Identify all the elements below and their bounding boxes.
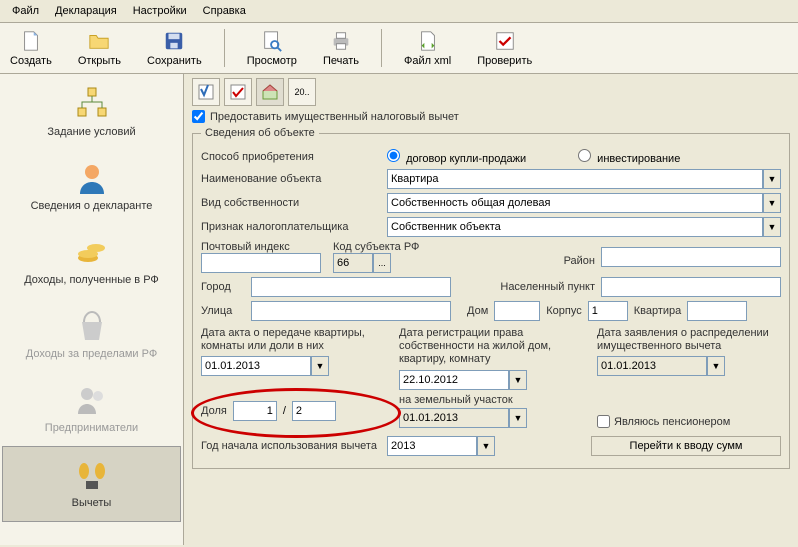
reg-date-input[interactable] [399, 370, 509, 390]
print-icon [329, 29, 353, 53]
date-picker-btn[interactable]: ▼ [509, 370, 527, 390]
act-date-input[interactable] [201, 356, 311, 376]
reg-date-label: Дата регистрации права собственности на … [399, 327, 583, 367]
date-picker-btn[interactable]: ▼ [311, 356, 329, 376]
toolbar: Создать Открыть Сохранить Просмотр Печат… [0, 23, 798, 74]
object-fieldset: Сведения об объекте Способ приобретения … [192, 127, 790, 469]
tab-social-icon[interactable] [224, 78, 252, 106]
city-input[interactable] [251, 277, 451, 297]
share-num-input[interactable] [233, 401, 277, 421]
city-label: Город [201, 281, 245, 293]
tb-open[interactable]: Открыть [74, 27, 125, 69]
acq-method-label: Способ приобретения [201, 151, 381, 163]
tab-property-icon[interactable] [256, 78, 284, 106]
district-input[interactable] [601, 247, 781, 267]
locality-label: Населенный пункт [500, 281, 595, 293]
tb-preview[interactable]: Просмотр [243, 27, 301, 69]
tb-xml[interactable]: Файл xml [400, 27, 455, 69]
subj-code-label: Код субъекта РФ [333, 241, 419, 253]
building-input[interactable] [588, 301, 628, 321]
xml-file-icon [416, 29, 440, 53]
person-icon [74, 160, 110, 196]
tree-icon [74, 86, 110, 122]
tb-print[interactable]: Печать [319, 27, 363, 69]
tb-check[interactable]: Проверить [473, 27, 536, 69]
preview-icon [260, 29, 284, 53]
house-label: Дом [467, 305, 488, 317]
sidebar: Задание условий Сведения о декларанте До… [0, 74, 184, 545]
pension-label: Являюсь пенсионером [614, 416, 730, 428]
deductions-icon [74, 457, 110, 493]
dropdown-btn[interactable]: ▼ [763, 217, 781, 237]
menu-declaration[interactable]: Декларация [49, 3, 123, 19]
share-den-input[interactable] [292, 401, 336, 421]
dropdown-btn[interactable]: ▼ [477, 436, 495, 456]
tb-save[interactable]: Сохранить [143, 27, 206, 69]
menu-file[interactable]: Файл [6, 3, 45, 19]
provide-deduction-label: Предоставить имущественный налоговый выч… [210, 111, 459, 123]
folder-open-icon [87, 29, 111, 53]
locality-input[interactable] [601, 277, 781, 297]
subj-code-input[interactable] [333, 253, 373, 273]
date-picker-btn[interactable]: ▼ [707, 356, 725, 376]
tab-icons: 20.. [192, 78, 790, 106]
subj-code-btn[interactable]: ... [373, 253, 391, 273]
distr-date-label: Дата заявления о распределении имуществе… [597, 327, 781, 353]
coins-icon [74, 234, 110, 270]
dropdown-btn[interactable]: ▼ [763, 169, 781, 189]
date-picker-btn[interactable]: ▼ [509, 408, 527, 428]
sidebar-income-abroad[interactable]: Доходы за пределами РФ [0, 298, 183, 372]
year-input[interactable] [387, 436, 477, 456]
slash-label: / [283, 405, 286, 417]
sidebar-deductions[interactable]: Вычеты [2, 446, 181, 522]
act-date-label: Дата акта о передаче квартиры, комнаты и… [201, 327, 385, 353]
save-icon [162, 29, 186, 53]
tab-standard-icon[interactable] [192, 78, 220, 106]
street-input[interactable] [251, 301, 451, 321]
taxpayer-label: Признак налогоплательщика [201, 221, 381, 233]
obj-name-label: Наименование объекта [201, 173, 381, 185]
own-type-select[interactable] [387, 193, 763, 213]
new-file-icon [19, 29, 43, 53]
people-icon [74, 382, 110, 418]
menu-settings[interactable]: Настройки [127, 3, 193, 19]
tb-create[interactable]: Создать [6, 27, 56, 69]
taxpayer-select[interactable] [387, 217, 763, 237]
house-input[interactable] [494, 301, 540, 321]
acq-contract-radio[interactable]: договор купли-продажи [387, 149, 526, 165]
bag-icon [74, 308, 110, 344]
menubar: Файл Декларация Настройки Справка [0, 0, 798, 23]
sidebar-declarant[interactable]: Сведения о декларанте [0, 150, 183, 224]
goto-sums-button[interactable]: Перейти к вводу сумм [591, 436, 781, 456]
district-label: Район [564, 255, 595, 267]
pension-checkbox[interactable] [597, 415, 610, 428]
content-pane: 20.. Предоставить имущественный налоговы… [184, 74, 798, 545]
apt-input[interactable] [687, 301, 747, 321]
land-label: на земельный участок [399, 394, 583, 406]
share-label: Доля [201, 405, 227, 417]
year-label: Год начала использования вычета [201, 440, 381, 452]
land-date-input[interactable] [399, 408, 509, 428]
sidebar-income-rf[interactable]: Доходы, полученные в РФ [0, 224, 183, 298]
own-type-label: Вид собственности [201, 197, 381, 209]
check-icon [493, 29, 517, 53]
sidebar-conditions[interactable]: Задание условий [0, 76, 183, 150]
postcode-label: Почтовый индекс [201, 241, 321, 253]
tab-other-icon[interactable]: 20.. [288, 78, 316, 106]
sidebar-entrepreneurs[interactable]: Предприниматели [0, 372, 183, 446]
postcode-input[interactable] [201, 253, 321, 273]
menu-help[interactable]: Справка [197, 3, 252, 19]
obj-name-select[interactable] [387, 169, 763, 189]
street-label: Улица [201, 305, 245, 317]
dropdown-btn[interactable]: ▼ [763, 193, 781, 213]
object-legend: Сведения об объекте [201, 127, 319, 139]
distr-date-input[interactable] [597, 356, 707, 376]
provide-deduction-checkbox[interactable] [192, 110, 205, 123]
building-label: Корпус [546, 305, 581, 317]
apt-label: Квартира [634, 305, 682, 317]
acq-invest-radio[interactable]: инвестирование [578, 149, 680, 165]
